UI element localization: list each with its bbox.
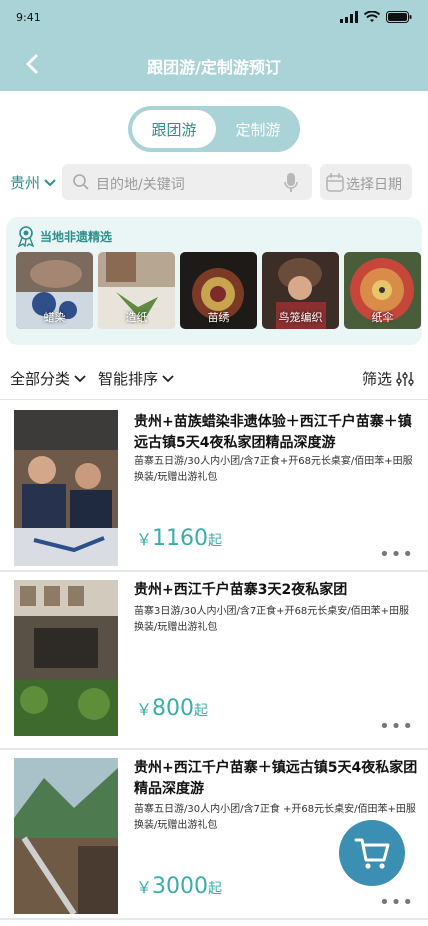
filter-bar: 全部分类 智能排序 筛选 xyxy=(0,362,428,400)
heritage-label: 苗绣 xyxy=(207,311,230,324)
category-label: 全部分类 xyxy=(10,370,71,388)
price-value: 800 xyxy=(152,696,195,721)
page-title: 跟团游/定制游预订 xyxy=(147,58,281,77)
tab-custom-tour[interactable]: 定制游 xyxy=(220,110,296,148)
status-time: 9:41 xyxy=(16,11,41,24)
heritage-item-umbrella[interactable]: 纸伞 xyxy=(344,252,421,329)
heritage-title: 当地非遗精选 xyxy=(40,230,113,244)
heritage-section: 当地非遗精选 蜡染 造纸 苗绣 鸟笼编织 纸伞 xyxy=(6,217,422,345)
product-price: ￥1160起 xyxy=(136,526,222,551)
heritage-item-birdcage[interactable]: 鸟笼编织 xyxy=(262,252,339,329)
heritage-list: 蜡染 造纸 苗绣 鸟笼编织 纸伞 xyxy=(16,252,421,329)
heritage-item-papermaking[interactable]: 造纸 xyxy=(98,252,175,329)
heritage-label: 造纸 xyxy=(125,311,148,324)
tour-type-switch: 跟团游 定制游 xyxy=(128,106,300,152)
more-options-icon[interactable]: ••• xyxy=(379,892,414,913)
city-label: 贵州 xyxy=(10,174,41,192)
price-suffix: 起 xyxy=(208,881,223,897)
heritage-label: 纸伞 xyxy=(371,311,394,324)
tab-group-tour[interactable]: 跟团游 xyxy=(132,110,216,148)
heritage-item-embroidery[interactable]: 苗绣 xyxy=(180,252,257,329)
date-label: 选择日期 xyxy=(346,177,402,193)
heritage-label: 鸟笼编织 xyxy=(278,311,323,324)
product-image xyxy=(14,758,118,914)
product-title: 贵州+苗族蜡染非遗体验＋西江千户苗寨＋镇远古镇5天4夜私家团精品深度游 xyxy=(134,414,412,451)
award-icon xyxy=(17,226,35,247)
product-description: 苗寨3日游/30人内小团/含7正食+开68元长桌安/佰田苯+田服换装/玩赠出游礼… xyxy=(134,606,410,633)
chevron-down-icon xyxy=(162,374,174,382)
filter-button[interactable]: 筛选 xyxy=(362,368,414,389)
price-suffix: 起 xyxy=(194,703,209,719)
price-currency: ￥ xyxy=(136,530,153,549)
product-image xyxy=(14,410,118,566)
search-input[interactable]: 目的地/关键词 xyxy=(62,164,312,200)
status-icons xyxy=(340,11,412,23)
wifi-icon xyxy=(364,11,380,22)
more-options-icon[interactable]: ••• xyxy=(379,716,414,737)
search-icon xyxy=(73,174,89,190)
category-filter[interactable]: 全部分类 xyxy=(10,368,86,389)
product-card[interactable]: 贵州+西江千户苗寨3天2夜私家团 苗寨3日游/30人内小团/含7正食+开68元长… xyxy=(0,572,428,750)
product-title: 贵州+西江千户苗寨＋镇远古镇5天4夜私家团精品深度游 xyxy=(134,760,418,797)
filter-label: 筛选 xyxy=(361,370,392,388)
sort-label: 智能排序 xyxy=(98,370,159,388)
app-header: 9:41 跟团游/定制游预订 xyxy=(0,0,428,91)
heritage-label: 蜡染 xyxy=(43,311,66,324)
heritage-item-batik[interactable]: 蜡染 xyxy=(16,252,93,329)
price-currency: ￥ xyxy=(136,878,153,897)
more-options-icon[interactable]: ••• xyxy=(379,544,414,565)
date-picker[interactable]: 选择日期 xyxy=(320,164,412,200)
product-image xyxy=(14,580,118,736)
chevron-down-icon xyxy=(44,178,56,186)
sliders-icon xyxy=(396,371,414,386)
cart-button[interactable] xyxy=(339,820,405,886)
price-suffix: 起 xyxy=(208,533,223,549)
signal-icon xyxy=(340,11,358,23)
price-currency: ￥ xyxy=(136,700,153,719)
search-placeholder: 目的地/关键词 xyxy=(96,177,185,193)
chevron-down-icon xyxy=(74,374,86,382)
cart-icon xyxy=(354,838,390,869)
product-price: ￥3000起 xyxy=(136,874,222,899)
city-selector[interactable]: 贵州 xyxy=(10,172,56,193)
microphone-icon[interactable] xyxy=(284,173,298,193)
price-value: 1160 xyxy=(152,526,209,551)
sort-filter[interactable]: 智能排序 xyxy=(98,368,174,389)
calendar-icon xyxy=(326,173,344,192)
product-title: 贵州+西江千户苗寨3天2夜私家团 xyxy=(134,582,348,598)
price-value: 3000 xyxy=(152,874,209,899)
product-price: ￥800起 xyxy=(136,696,208,721)
product-description: 苗寨五日游/30人内小团/含7正食+开68元长桌宴/佰田苯+田服换装/玩赠出游礼… xyxy=(134,456,413,483)
battery-icon xyxy=(386,11,412,23)
product-card[interactable]: 贵州+苗族蜡染非遗体验＋西江千户苗寨＋镇远古镇5天4夜私家团精品深度游 苗寨五日… xyxy=(0,402,428,572)
